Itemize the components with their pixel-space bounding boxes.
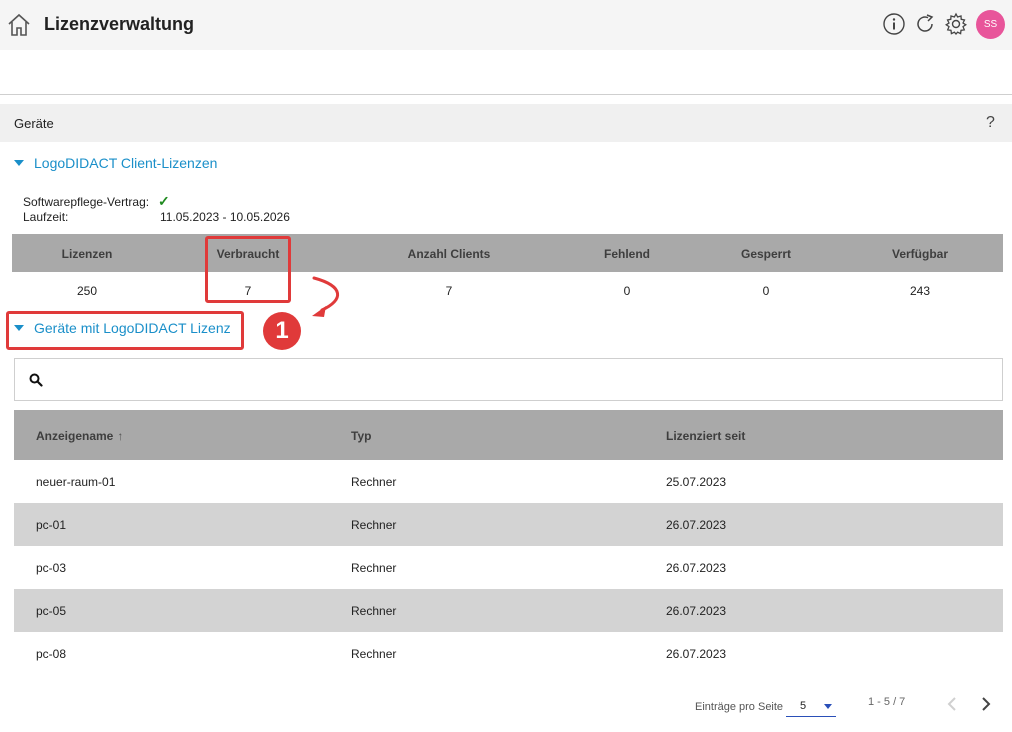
cell-lizenziert-seit: 26.07.2023 — [666, 561, 727, 575]
app-header: Lizenzverwaltung SS — [0, 0, 1012, 50]
client-licenses-expander[interactable]: LogoDIDACT Client-Lizenzen — [14, 155, 217, 171]
cell-typ: Rechner — [351, 475, 397, 489]
search-box[interactable] — [14, 358, 1003, 401]
license-summary-row: 250 7 7 0 0 243 — [12, 272, 1003, 310]
header-anzahl-clients: Anzahl Clients — [407, 247, 491, 261]
annotation-badge: 1 — [263, 312, 301, 350]
table-row[interactable]: pc-08 Rechner 26.07.2023 — [14, 632, 1003, 675]
section-bar: Geräte ? — [0, 104, 1012, 142]
page-range: 1 - 5 / 7 — [868, 696, 906, 708]
cell-anzeigename: neuer-raum-01 — [36, 475, 116, 489]
info-icon[interactable] — [882, 12, 906, 36]
header-verfuegbar: Verfügbar — [891, 247, 948, 261]
chevron-down-icon — [824, 704, 832, 709]
cell-typ: Rechner — [351, 561, 397, 575]
devices-table-header: Anzeigename ↑ Typ Lizenziert seit — [14, 410, 1003, 460]
per-page-select[interactable]: 5 — [786, 695, 836, 717]
refresh-icon[interactable] — [913, 12, 937, 36]
value-lizenzen: 250 — [76, 284, 98, 298]
cell-typ: Rechner — [351, 647, 397, 661]
divider — [0, 94, 1012, 95]
per-page-label: Einträge pro Seite — [695, 701, 784, 713]
gear-icon[interactable] — [944, 12, 968, 36]
runtime-label: Laufzeit: — [23, 210, 69, 224]
header-lizenzen: Lizenzen — [61, 247, 113, 261]
help-button[interactable]: ? — [986, 114, 995, 132]
value-anzahl-clients: 7 — [445, 284, 453, 298]
client-licenses-label: LogoDIDACT Client-Lizenzen — [34, 155, 218, 171]
cell-anzeigename: pc-08 — [36, 647, 67, 661]
table-row[interactable]: pc-05 Rechner 26.07.2023 — [14, 589, 1003, 632]
sort-arrow-up-icon[interactable]: ↑ — [117, 429, 123, 443]
table-row[interactable]: pc-01 Rechner 26.07.2023 — [14, 503, 1003, 546]
cell-lizenziert-seit: 26.07.2023 — [666, 604, 727, 618]
previous-page-button[interactable] — [942, 694, 962, 714]
column-header-anzeigename[interactable]: Anzeigename ↑ — [36, 429, 123, 443]
maintenance-label: Softwarepflege-Vertrag: — [23, 195, 150, 209]
license-summary-header: Lizenzen Verbraucht Anzahl Clients Fehle… — [12, 234, 1003, 272]
value-gesperrt: 0 — [762, 284, 770, 298]
cell-typ: Rechner — [351, 518, 397, 532]
highlight-box-verbraucht — [205, 236, 291, 303]
avatar[interactable]: SS — [976, 10, 1005, 39]
value-verfuegbar: 243 — [909, 284, 931, 298]
per-page-value: 5 — [800, 700, 807, 712]
cell-typ: Rechner — [351, 604, 397, 618]
table-row[interactable]: neuer-raum-01 Rechner 25.07.2023 — [14, 460, 1003, 503]
page-title: Lizenzverwaltung — [44, 14, 195, 34]
expand-triangle-icon — [14, 160, 24, 166]
header-gesperrt: Gesperrt — [740, 247, 792, 261]
search-input[interactable] — [55, 367, 985, 393]
home-icon[interactable] — [6, 12, 32, 38]
column-header-typ[interactable]: Typ — [351, 429, 371, 443]
annotation-arrow-icon — [312, 276, 340, 317]
section-title: Geräte — [14, 116, 54, 131]
column-header-lizenziert-seit[interactable]: Lizenziert seit — [666, 429, 745, 443]
checkmark-icon: ✓ — [158, 193, 170, 209]
search-icon — [29, 373, 43, 387]
column-label: Anzeigename — [36, 429, 114, 443]
cell-anzeigename: pc-05 — [36, 604, 67, 618]
cell-lizenziert-seit: 26.07.2023 — [666, 518, 727, 532]
cell-lizenziert-seit: 26.07.2023 — [666, 647, 727, 661]
header-fehlend: Fehlend — [603, 247, 650, 261]
runtime-value: 11.05.2023 - 10.05.2026 — [160, 210, 290, 224]
next-page-button[interactable] — [976, 694, 996, 714]
cell-anzeigename: pc-01 — [36, 518, 67, 532]
cell-lizenziert-seit: 25.07.2023 — [666, 475, 727, 489]
value-fehlend: 0 — [623, 284, 631, 298]
cell-anzeigename: pc-03 — [36, 561, 67, 575]
table-row[interactable]: pc-03 Rechner 26.07.2023 — [14, 546, 1003, 589]
highlight-box-devices — [6, 311, 244, 350]
